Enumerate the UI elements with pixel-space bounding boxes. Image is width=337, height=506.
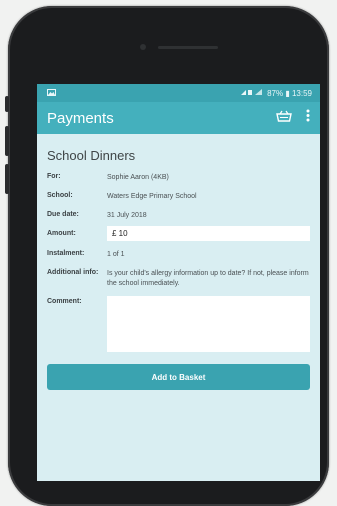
- amount-label: Amount:: [47, 230, 76, 237]
- school-row: School: Waters Edge Primary School: [47, 192, 310, 202]
- payment-title: School Dinners: [47, 148, 136, 163]
- status-text: 87% ▮ 13:59: [267, 88, 312, 98]
- add-to-basket-button[interactable]: Add to Basket: [47, 364, 310, 390]
- image-icon: [47, 88, 56, 98]
- signal-icon: [241, 88, 263, 98]
- additional-info-row: Additional info: Is your child's allergy…: [47, 269, 310, 289]
- instalment-label: Instalment:: [47, 250, 85, 257]
- additional-info-value: Is your child's allergy information up t…: [107, 270, 309, 287]
- additional-info-label: Additional info:: [47, 269, 99, 276]
- volume-button: [5, 164, 9, 194]
- comment-label: Comment:: [47, 298, 82, 305]
- due-date-row: Due date: 31 July 2018: [47, 211, 310, 221]
- due-date-value: 31 July 2018: [107, 212, 147, 219]
- school-label: School:: [47, 192, 73, 199]
- amount-row: Amount: £ 10: [47, 226, 310, 241]
- for-value: Sophie Aaron (4KB): [107, 174, 169, 181]
- amount-field[interactable]: £ 10: [107, 226, 310, 241]
- app-bar: Payments: [37, 102, 320, 134]
- volume-button: [5, 96, 9, 112]
- more-vert-icon[interactable]: [306, 109, 310, 127]
- payment-form: School Dinners For: Sophie Aaron (4KB) S…: [37, 134, 320, 390]
- for-label: For:: [47, 173, 61, 180]
- for-row: For: Sophie Aaron (4KB): [47, 173, 310, 183]
- page-title: Payments: [47, 109, 114, 127]
- instalment-row: Instalment: 1 of 1: [47, 250, 310, 260]
- instalment-value: 1 of 1: [107, 251, 125, 258]
- status-indicators: 87% ▮ 13:59: [241, 88, 312, 98]
- school-value: Waters Edge Primary School: [107, 193, 197, 200]
- status-bar: 87% ▮ 13:59: [37, 84, 320, 102]
- earpiece-speaker: [158, 46, 218, 49]
- app-screen: 87% ▮ 13:59 Payments School Dinners For:…: [37, 84, 320, 481]
- due-date-label: Due date:: [47, 211, 79, 218]
- basket-icon[interactable]: [276, 109, 292, 127]
- comment-row: Comment:: [47, 296, 310, 352]
- volume-button: [5, 126, 9, 156]
- front-camera: [140, 44, 146, 50]
- comment-field[interactable]: [107, 296, 310, 352]
